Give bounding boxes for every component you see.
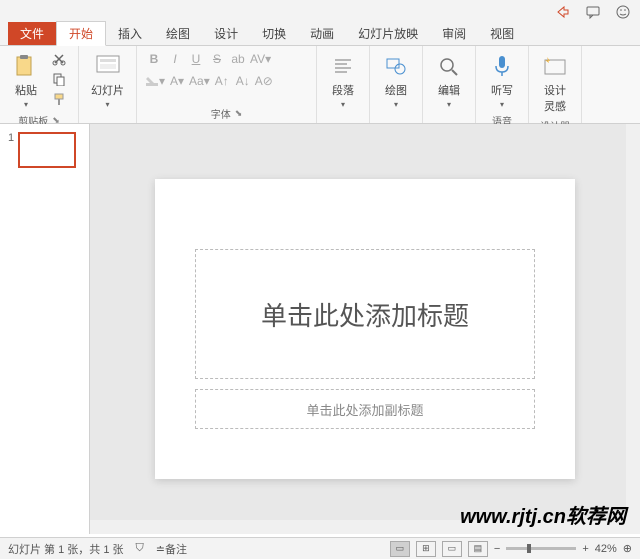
strike-button[interactable]: S bbox=[208, 50, 226, 68]
tab-home[interactable]: 开始 bbox=[56, 21, 106, 46]
main-area: 1 单击此处添加标题 单击此处添加副标题 bbox=[0, 124, 640, 534]
tab-slideshow[interactable]: 幻灯片放映 bbox=[346, 22, 430, 45]
slideshow-view-button[interactable]: ▤ bbox=[468, 541, 488, 557]
underline-button[interactable]: U bbox=[187, 50, 205, 68]
comments-icon[interactable] bbox=[586, 5, 600, 19]
watermark: www.rjtj.cn软荐网 bbox=[460, 500, 626, 529]
slide-count-status: 幻灯片 第 1 张，共 1 张 bbox=[8, 541, 124, 557]
subtitle-placeholder-text: 单击此处添加副标题 bbox=[306, 400, 423, 419]
group-designer: 设计 灵感 设计器 bbox=[529, 46, 582, 123]
new-slide-button[interactable]: 幻灯片 ▾ bbox=[87, 50, 128, 111]
zoom-value[interactable]: 42% bbox=[595, 543, 617, 555]
ribbon: 粘贴 ▾ 剪贴板⬊ 幻灯片 ▾ B I U S bbox=[0, 46, 640, 124]
paste-button[interactable]: 粘贴 ▾ bbox=[8, 50, 44, 111]
drawing-button[interactable]: 绘图 ▾ bbox=[378, 50, 414, 111]
smile-icon[interactable] bbox=[616, 5, 630, 19]
group-drawing: 绘图 ▾ bbox=[370, 46, 423, 123]
title-placeholder-text: 单击此处添加标题 bbox=[261, 296, 469, 333]
tab-file[interactable]: 文件 bbox=[8, 22, 56, 45]
font-label: 字体 bbox=[211, 106, 231, 121]
thumb-number: 1 bbox=[8, 132, 14, 168]
title-placeholder[interactable]: 单击此处添加标题 bbox=[195, 249, 535, 379]
group-paragraph: 段落 ▾ bbox=[317, 46, 370, 123]
clear-format-button[interactable]: A⊘ bbox=[255, 72, 273, 90]
slide-thumbnail-1[interactable] bbox=[18, 132, 76, 168]
accessibility-icon[interactable]: ⛉ bbox=[136, 542, 144, 555]
group-slides: 幻灯片 ▾ bbox=[79, 46, 137, 123]
shadow-button[interactable]: ab bbox=[229, 50, 247, 68]
change-case-button[interactable]: Aa▾ bbox=[189, 72, 210, 90]
char-spacing-button[interactable]: AV▾ bbox=[250, 50, 271, 68]
cut-button[interactable] bbox=[48, 50, 70, 68]
tab-transition[interactable]: 切换 bbox=[250, 22, 298, 45]
paragraph-button[interactable]: 段落 ▾ bbox=[325, 50, 361, 111]
grow-font-button[interactable]: A↑ bbox=[213, 72, 231, 90]
slide-thumbnails-panel: 1 bbox=[0, 124, 90, 534]
copy-button[interactable] bbox=[48, 70, 70, 88]
group-editing: 编辑 ▾ bbox=[423, 46, 476, 123]
design-ideas-button[interactable]: 设计 灵感 bbox=[537, 50, 573, 116]
group-voice: 听写 ▾ 语音 bbox=[476, 46, 529, 123]
menu-tabs: 文件 开始 插入 绘图 设计 切换 动画 幻灯片放映 审阅 视图 bbox=[0, 24, 640, 46]
dictate-button[interactable]: 听写 ▾ bbox=[484, 50, 520, 111]
highlight-button[interactable]: ▾ bbox=[145, 72, 165, 90]
tab-draw[interactable]: 绘图 bbox=[154, 22, 202, 45]
reading-view-button[interactable]: ▭ bbox=[442, 541, 462, 557]
shrink-font-button[interactable]: A↓ bbox=[234, 72, 252, 90]
zoom-slider[interactable] bbox=[506, 547, 576, 550]
font-color-button[interactable]: A▾ bbox=[168, 72, 186, 90]
sorter-view-button[interactable]: ⊞ bbox=[416, 541, 436, 557]
tab-animation[interactable]: 动画 bbox=[298, 22, 346, 45]
slide[interactable]: 单击此处添加标题 单击此处添加副标题 bbox=[155, 179, 575, 479]
fit-to-window-button[interactable]: ⊕ bbox=[623, 542, 632, 555]
tab-design[interactable]: 设计 bbox=[202, 22, 250, 45]
font-launcher[interactable]: ⬊ bbox=[235, 108, 243, 119]
editing-button[interactable]: 编辑 ▾ bbox=[431, 50, 467, 111]
italic-button[interactable]: I bbox=[166, 50, 184, 68]
status-bar: 幻灯片 第 1 张，共 1 张 ⛉ ≐备注 ▭ ⊞ ▭ ▤ − + 42% ⊕ bbox=[0, 537, 640, 559]
group-clipboard: 粘贴 ▾ 剪贴板⬊ bbox=[0, 46, 79, 123]
tab-view[interactable]: 视图 bbox=[478, 22, 526, 45]
zoom-in-button[interactable]: + bbox=[582, 543, 588, 555]
bold-button[interactable]: B bbox=[145, 50, 163, 68]
slide-canvas[interactable]: 单击此处添加标题 单击此处添加副标题 bbox=[90, 124, 640, 534]
subtitle-placeholder[interactable]: 单击此处添加副标题 bbox=[195, 389, 535, 429]
group-font: B I U S ab AV▾ ▾ A▾ Aa▾ A↑ A↓ A⊘ 字体 ⬊ bbox=[137, 46, 317, 123]
normal-view-button[interactable]: ▭ bbox=[390, 541, 410, 557]
zoom-out-button[interactable]: − bbox=[494, 543, 500, 555]
format-painter-button[interactable] bbox=[48, 90, 70, 108]
share-icon[interactable] bbox=[556, 5, 570, 19]
vertical-scrollbar[interactable] bbox=[626, 124, 640, 534]
notes-button[interactable]: ≐备注 bbox=[156, 541, 187, 557]
tab-review[interactable]: 审阅 bbox=[430, 22, 478, 45]
tab-insert[interactable]: 插入 bbox=[106, 22, 154, 45]
